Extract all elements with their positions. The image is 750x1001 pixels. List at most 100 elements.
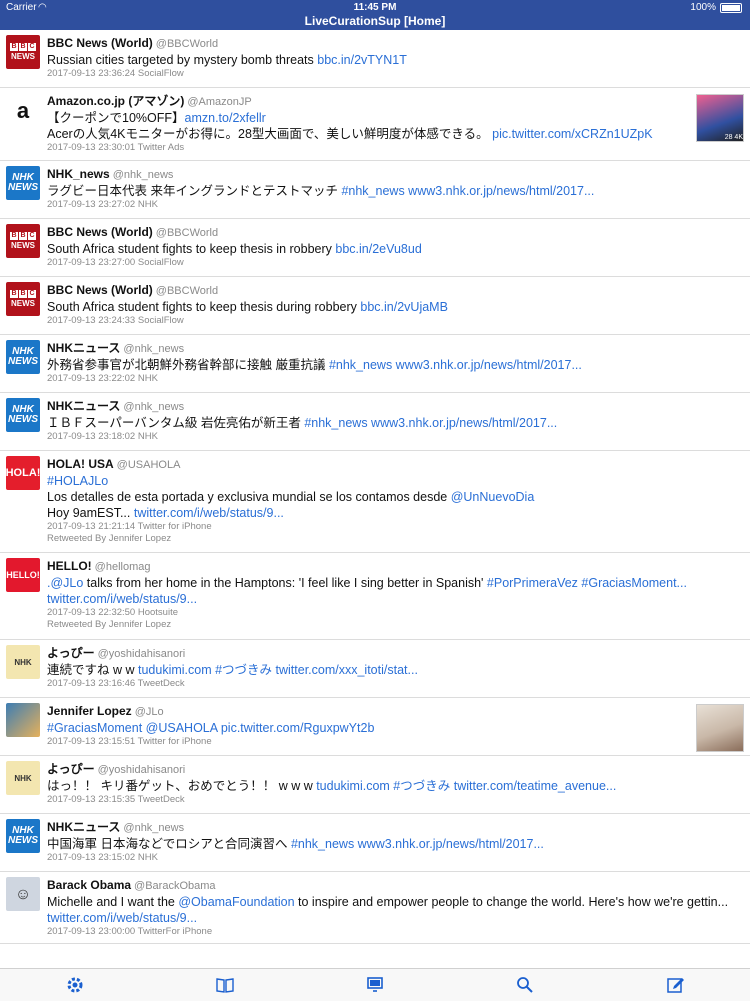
- tweet-link[interactable]: #nhk_news www3.nhk.or.jp/news/html/2017.…: [329, 358, 582, 372]
- tweet-meta: 2017-09-13 23:15:02 NHK: [47, 852, 158, 863]
- tab-search[interactable]: [505, 973, 545, 997]
- tab-settings[interactable]: [55, 973, 95, 997]
- tweet-meta: 2017-09-13 22:32:50 Hootsuite: [47, 607, 178, 618]
- tab-reader[interactable]: [205, 973, 245, 997]
- bbc-news-logo[interactable]: B B C NEWS: [6, 282, 40, 316]
- tab-compose[interactable]: [655, 973, 695, 997]
- tweet-row[interactable]: B B C NEWS BBC News (World) @BBCWorld South …: [0, 219, 750, 277]
- obama-avatar[interactable]: ☺: [6, 877, 40, 911]
- tweet-meta: 2017-09-13 23:27:00 SocialFlow: [47, 257, 184, 268]
- tweet-author-handle: @AmazonJP: [187, 96, 252, 108]
- tweet-row[interactable]: NHK よっぴー @yoshidahisanori 連続ですね w w tuduk…: [0, 640, 750, 698]
- tweet-hashtag[interactable]: #PorPrimeraVez #GraciasMoment...: [487, 576, 687, 590]
- nhk-news-logo[interactable]: NHK NEWS: [6, 340, 40, 374]
- tweet-author-handle: @JLo: [134, 706, 164, 718]
- tweet-author-handle: @USAHOLA: [116, 459, 181, 471]
- tweet-link[interactable]: tudukimi.com #つづきみ twitter.com/xxx_itoti…: [138, 663, 418, 677]
- tweet-link[interactable]: twitter.com/i/web/status/9...: [134, 506, 284, 520]
- tweet-author-name[interactable]: よっぴー: [47, 646, 95, 660]
- tweet-meta: 2017-09-13 23:15:35 TweetDeck: [47, 794, 185, 805]
- battery-status: 100%: [690, 2, 742, 13]
- tweet-link[interactable]: #nhk_news www3.nhk.or.jp/news/html/2017.…: [304, 416, 557, 430]
- jlo-avatar[interactable]: [6, 703, 40, 737]
- tweet-media-link[interactable]: pic.twitter.com/xCRZn1UZpK: [492, 127, 652, 141]
- tweet-text: South Africa student fights to keep thes…: [47, 242, 336, 256]
- tweet-text: Russian cities targeted by mystery bomb …: [47, 53, 318, 67]
- bbc-news-logo[interactable]: B B C NEWS: [6, 35, 40, 69]
- tweet-row[interactable]: NHK よっぴー @yoshidahisanori はっ！！ キリ番ゲット、おめで…: [0, 756, 750, 814]
- tweet-text-line2: Hoy 9amEST...: [47, 506, 134, 520]
- tweet-meta: 2017-09-13 23:22:02 NHK: [47, 373, 158, 384]
- tweet-link[interactable]: twitter.com/i/web/status/9...: [47, 592, 197, 606]
- battery-percent: 100%: [690, 2, 716, 13]
- tweet-author-name[interactable]: Barack Obama: [47, 878, 131, 892]
- tweet-author-handle: @BBCWorld: [155, 285, 219, 297]
- tweet-author-name[interactable]: Amazon.co.jp (アマゾン): [47, 94, 184, 108]
- tweet-author-name[interactable]: HELLO!: [47, 559, 92, 573]
- tweet-text: 中国海軍 日本海などでロシアと合同演習へ: [47, 837, 291, 851]
- tweet-link[interactable]: #GraciasMoment @USAHOLA pic.twitter.com/…: [47, 721, 374, 735]
- tweet-author-handle: @nhk_news: [112, 169, 174, 181]
- tweet-author-handle: @nhk_news: [123, 822, 185, 834]
- tweet-row[interactable]: NHK NEWS NHK_news @nhk_news ラグビー日本代表 来年イング…: [0, 161, 750, 219]
- tweet-author-name[interactable]: NHKニュース: [47, 820, 120, 834]
- tweet-hashtag[interactable]: #HOLAJLo: [47, 474, 108, 488]
- tweet-link[interactable]: twitter.com/i/web/status/9...: [47, 911, 197, 925]
- tweet-mention[interactable]: .@JLo: [47, 576, 83, 590]
- tweet-row[interactable]: B B C NEWS BBC News (World) @BBCWorld South …: [0, 277, 750, 335]
- tweet-row[interactable]: HELLO! HELLO! @hellomag .@JLo talks from …: [0, 553, 750, 640]
- tweet-author-name[interactable]: BBC News (World): [47, 36, 153, 50]
- tweet-row[interactable]: NHK NEWS NHKニュース @nhk_news ＩＢＦスーパーバンタム級 岩佐…: [0, 393, 750, 451]
- tweet-link[interactable]: #nhk_news www3.nhk.or.jp/news/html/2017.…: [341, 184, 594, 198]
- tweet-text: Michelle and I want the: [47, 895, 179, 909]
- tweet-thumbnail[interactable]: [696, 704, 744, 752]
- tweet-row[interactable]: a Amazon.co.jp (アマゾン) @AmazonJP 【クーポンで10%…: [0, 88, 750, 161]
- tweet-author-name[interactable]: BBC News (World): [47, 225, 153, 239]
- tweet-author-handle: @BBCWorld: [155, 227, 219, 239]
- tweet-author-name[interactable]: Jennifer Lopez: [47, 704, 132, 718]
- yoshida-avatar[interactable]: NHK: [6, 645, 40, 679]
- tweet-author-name[interactable]: NHK_news: [47, 167, 110, 181]
- timeline-feed[interactable]: B B C NEWS BBC News (World) @BBCWorld Russia…: [0, 30, 750, 968]
- tweet-row[interactable]: NHK NEWS NHKニュース @nhk_news 中国海軍 日本海などでロシアと…: [0, 814, 750, 872]
- tab-home[interactable]: [355, 973, 395, 997]
- amazon-logo[interactable]: a: [6, 93, 40, 127]
- tweet-author-name[interactable]: BBC News (World): [47, 283, 153, 297]
- tweet-row[interactable]: Jennifer Lopez @JLo #GraciasMoment @USAHO…: [0, 698, 750, 756]
- display-icon: [367, 977, 383, 992]
- tweet-text: はっ！！ キリ番ゲット、おめでとう！！ w w w: [47, 779, 317, 793]
- tweet-text: talks from her home in the Hamptons: 'I …: [83, 576, 487, 590]
- tweet-text: South Africa student fights to keep thes…: [47, 300, 361, 314]
- nhk-news-logo[interactable]: NHK NEWS: [6, 819, 40, 853]
- retweet-label: Retweeted By Jennifer Lopez: [47, 619, 172, 630]
- tweet-author-name[interactable]: NHKニュース: [47, 399, 120, 413]
- nhk-news-logo[interactable]: NHK NEWS: [6, 398, 40, 432]
- tweet-row[interactable]: ☺ Barack Obama @BarackObama Michelle and …: [0, 872, 750, 944]
- tweet-link[interactable]: tudukimi.com #つづきみ twitter.com/teatime_a…: [316, 779, 616, 793]
- tweet-author-name[interactable]: よっぴー: [47, 762, 95, 776]
- tweet-mention[interactable]: @ObamaFoundation: [178, 895, 294, 909]
- tweet-row[interactable]: B B C NEWS BBC News (World) @BBCWorld Russia…: [0, 30, 750, 88]
- tweet-text: ＩＢＦスーパーバンタム級 岩佐亮佑が新王者: [47, 416, 305, 430]
- tweet-row[interactable]: HOLA! HOLA! USA @USAHOLA #HOLAJLo Los det…: [0, 451, 750, 553]
- tweet-meta: 2017-09-13 21:21:14 Twitter for iPhone: [47, 521, 212, 532]
- tweet-link[interactable]: amzn.to/2xfellr: [185, 111, 266, 125]
- tweet-link[interactable]: bbc.in/2vTYN1T: [317, 53, 407, 67]
- tweet-author-handle: @yoshidahisanori: [97, 648, 186, 660]
- tweet-link[interactable]: bbc.in/2eVu8ud: [335, 242, 421, 256]
- tweet-mention[interactable]: @UnNuevoDia: [451, 490, 535, 504]
- tweet-link[interactable]: bbc.in/2vUjaMB: [360, 300, 448, 314]
- bbc-news-logo[interactable]: B B C NEWS: [6, 224, 40, 258]
- tweet-thumbnail[interactable]: 28 4K: [696, 94, 744, 142]
- page-title: LiveCurationSup [Home]: [304, 14, 446, 28]
- tweet-author-name[interactable]: NHKニュース: [47, 341, 120, 355]
- hello-logo[interactable]: HELLO!: [6, 558, 40, 592]
- nhk-news-logo[interactable]: NHK NEWS: [6, 166, 40, 200]
- book-icon: [216, 978, 234, 993]
- tweet-author-name[interactable]: HOLA! USA: [47, 457, 114, 471]
- tweet-link[interactable]: #nhk_news www3.nhk.or.jp/news/html/2017.…: [291, 837, 544, 851]
- hola-logo[interactable]: HOLA!: [6, 456, 40, 490]
- yoshida-avatar[interactable]: NHK: [6, 761, 40, 795]
- battery-icon: [720, 2, 742, 13]
- tweet-row[interactable]: NHK NEWS NHKニュース @nhk_news 外務省参事官が北朝鮮外務省幹部…: [0, 335, 750, 393]
